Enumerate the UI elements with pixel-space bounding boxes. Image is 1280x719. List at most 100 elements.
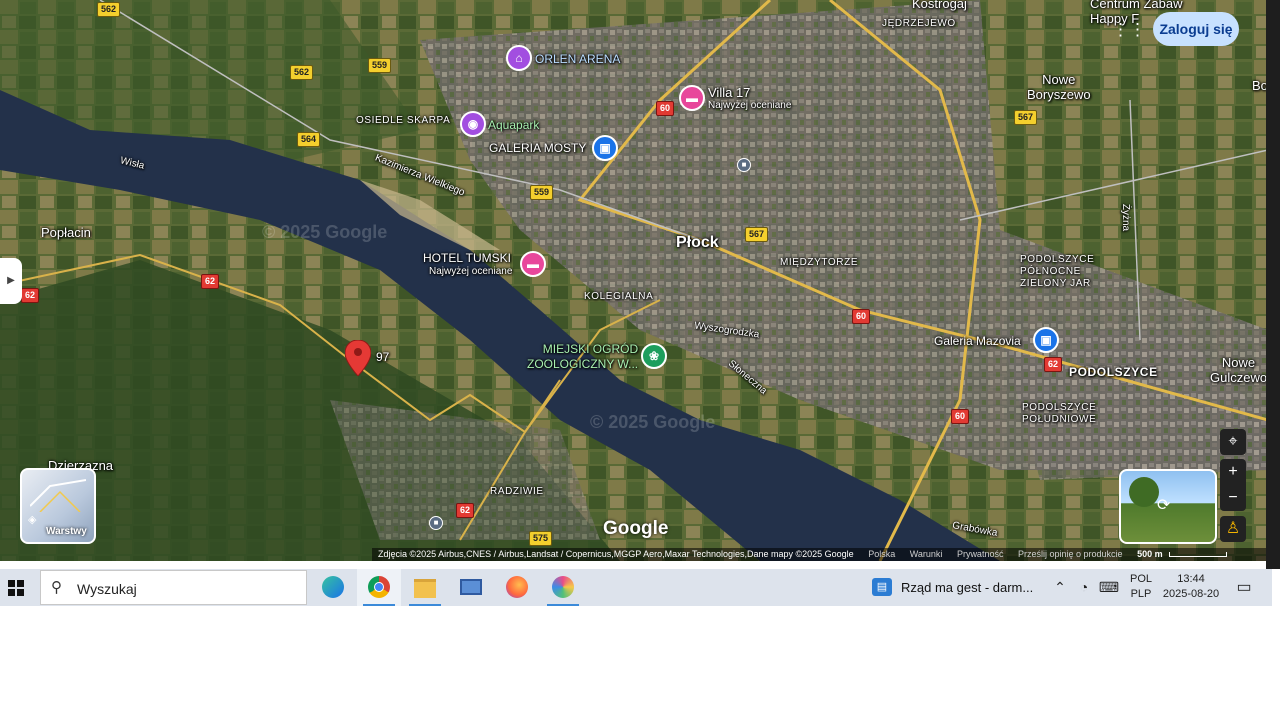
village-label-nowe-boryszewo: Nowe Boryszewo xyxy=(1027,72,1091,102)
district-label-radziwie: RADZIWIE xyxy=(490,486,544,497)
district-label-podolszyce: PODOLSZYCE xyxy=(1069,365,1158,379)
road-shield: 62 xyxy=(456,503,475,518)
layers-icon: ◈ xyxy=(28,514,37,526)
district-label-miedzytorze: MIĘDZYTORZE xyxy=(780,257,859,268)
network-app-icon[interactable] xyxy=(449,569,493,606)
wifi-icon[interactable]: ◔ xyxy=(1074,569,1094,606)
system-clock[interactable]: 13:44 2025-08-20 xyxy=(1160,572,1222,602)
hotel-icon[interactable]: ▬ xyxy=(520,251,546,277)
map-view[interactable]: © 2025 Google © 2025 Google Płock Popłac… xyxy=(0,0,1268,561)
lang-top: POL xyxy=(1129,573,1152,585)
apps-grid-icon[interactable]: ⋮⋮ xyxy=(1112,21,1146,39)
chevron-up-icon[interactable]: ⌃ xyxy=(1050,569,1070,606)
district-label-osiedle-skarpa: OSIEDLE SKARPA xyxy=(356,115,451,126)
street-label-zyzna: Żyżna xyxy=(1120,203,1132,232)
pin-label: 97 xyxy=(376,350,390,364)
village-label-kostrogaj: Kostrogaj xyxy=(912,0,967,11)
road-shield: 559 xyxy=(530,185,554,200)
tree-image xyxy=(1129,477,1159,507)
zoom-out-button[interactable]: − xyxy=(1220,485,1246,511)
road-shield: 60 xyxy=(852,309,871,324)
news-icon: ▤ xyxy=(872,578,892,596)
layers-label: Warstwy xyxy=(46,526,87,537)
file-explorer-icon[interactable] xyxy=(403,569,447,606)
road-shield: 567 xyxy=(745,227,769,242)
district-label-kolegialna: KOLEGIALNA xyxy=(584,291,654,302)
taskbar-search-input[interactable]: ⚲ Wyszukaj xyxy=(40,570,307,605)
lang-bottom: PLP xyxy=(1130,588,1152,600)
poi-sublabel-hotel-tumski: Najwyżej oceniane xyxy=(429,266,513,277)
google-logo: Google xyxy=(603,518,669,539)
road-shield: 575 xyxy=(529,531,553,546)
map-watermark: © 2025 Google xyxy=(262,222,388,242)
chrome-icon[interactable] xyxy=(357,569,401,606)
stadium-icon[interactable]: ⌂ xyxy=(506,45,532,71)
aquapark-icon[interactable]: ◉ xyxy=(460,111,486,137)
clock-date: 2025-08-20 xyxy=(1162,588,1220,600)
district-label-jedrzejewo: JĘDRZEJEWO xyxy=(882,18,956,29)
window-edge xyxy=(1266,0,1280,569)
city-label-plock: Płock xyxy=(676,234,719,251)
location-pin-icon[interactable] xyxy=(345,340,371,376)
shopping-icon[interactable]: ▣ xyxy=(1033,327,1059,353)
street-view-preview[interactable]: ⟳ xyxy=(1119,469,1217,544)
search-icon: ⚲ xyxy=(51,579,62,596)
feedback-link[interactable]: Prześlij opinię o produkcie xyxy=(1018,549,1123,559)
scale-bar xyxy=(1168,552,1227,558)
road-shield: 62 xyxy=(1044,357,1063,372)
district-label-podolszyce-polnocne: PODOLSZYCE PÓŁNOCNE ZIELONY JAR xyxy=(1020,254,1095,289)
poi-label-orlen-arena[interactable]: ORLEN ARENA xyxy=(535,52,620,66)
road-shield: 567 xyxy=(1014,110,1038,125)
news-headline: Rząd ma gest - darm... xyxy=(901,580,1034,595)
clock-time: 13:44 xyxy=(1177,573,1205,585)
poi-label-hotel-tumski[interactable]: HOTEL TUMSKI xyxy=(423,251,511,265)
district-label-podolszyce-poludniowe: PODOLSZYCE POŁUDNIOWE xyxy=(1022,402,1097,425)
road-shield: 60 xyxy=(951,409,970,424)
poi-label-aquapark[interactable]: Aquapark xyxy=(488,118,539,132)
poi-label-zoo[interactable]: MIEJSKI OGRÓD ZOOLOGICZNY W... xyxy=(527,342,638,372)
scale-label[interactable]: 500 m xyxy=(1137,549,1163,559)
input-language[interactable]: POL PLP xyxy=(1126,572,1156,602)
side-panel-toggle-button[interactable]: ▶ xyxy=(0,258,22,304)
privacy-link[interactable]: Prywatność xyxy=(957,549,1004,559)
firefox-icon[interactable] xyxy=(495,569,539,606)
news-widget[interactable]: ▤ Rząd ma gest - darm... xyxy=(870,569,1038,606)
imagery-attribution: Zdjęcia ©2025 Airbus,CNES / Airbus,Lands… xyxy=(378,549,854,559)
terms-link[interactable]: Warunki xyxy=(910,549,943,559)
zoom-in-button[interactable]: + xyxy=(1220,459,1246,485)
edge-icon[interactable] xyxy=(311,569,355,606)
country-link[interactable]: Polska xyxy=(868,549,895,559)
attribution-bar: Zdjęcia ©2025 Airbus,CNES / Airbus,Lands… xyxy=(372,548,1268,561)
windows-start-icon[interactable] xyxy=(0,569,32,606)
village-label-nowe-gulczewo: Nowe Gulczewo xyxy=(1210,355,1268,385)
poi-label-villa17[interactable]: Villa 17 xyxy=(708,85,750,100)
transit-icon[interactable]: ■ xyxy=(429,516,443,530)
poi-label-galeria-mazovia[interactable]: Galeria Mazovia xyxy=(934,334,1021,348)
zoo-paw-icon[interactable]: ❀ xyxy=(641,343,667,369)
sign-in-button[interactable]: Zaloguj się xyxy=(1153,12,1239,46)
road-shield: 562 xyxy=(290,65,314,80)
360-rotate-icon: ⟳ xyxy=(1157,497,1171,514)
poi-sublabel-villa17: Najwyżej oceniane xyxy=(708,100,792,111)
keyboard-icon[interactable]: ⌨ xyxy=(1097,569,1121,606)
poi-label-galeria-mosty[interactable]: GALERIA MOSTY xyxy=(489,141,586,155)
road-shield: 60 xyxy=(656,101,675,116)
map-watermark: © 2025 Google xyxy=(590,412,716,432)
pegman-icon[interactable]: ♙ xyxy=(1220,516,1246,542)
road-shield: 564 xyxy=(297,132,321,147)
map-thumbnail-icon xyxy=(30,479,86,512)
notification-icon[interactable]: ▭ xyxy=(1230,569,1258,606)
road-shield: 62 xyxy=(21,288,40,303)
layers-button[interactable]: ◈ Warstwy xyxy=(20,468,96,544)
village-label-poplacin: Popłacin xyxy=(41,225,91,240)
shopping-icon[interactable]: ▣ xyxy=(592,135,618,161)
my-location-button[interactable]: ⌖ xyxy=(1220,429,1246,455)
search-placeholder: Wyszukaj xyxy=(77,581,137,597)
road-shield: 562 xyxy=(97,2,121,17)
hotel-icon[interactable]: ▬ xyxy=(679,85,705,111)
road-shield: 559 xyxy=(368,58,392,73)
road-shield: 62 xyxy=(201,274,220,289)
transit-icon[interactable]: ■ xyxy=(737,158,751,172)
windows-logo-icon xyxy=(8,580,24,596)
paint-icon[interactable] xyxy=(541,569,585,606)
